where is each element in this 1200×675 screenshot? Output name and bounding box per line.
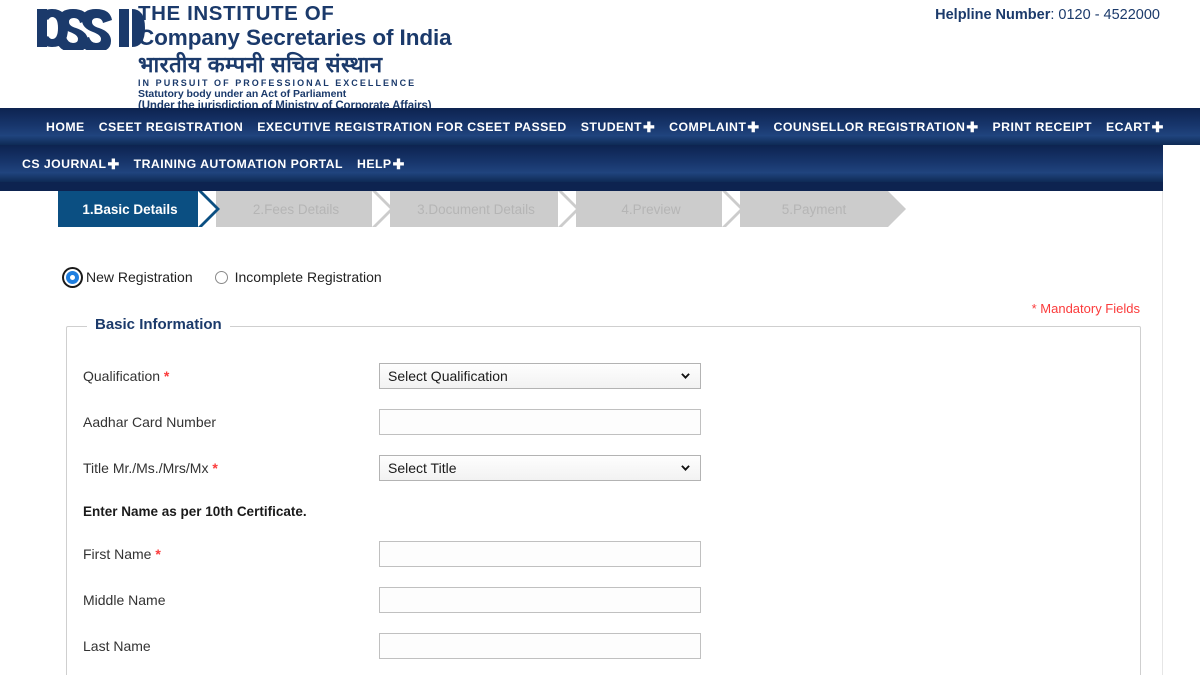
radio-label-new-registration[interactable]: New Registration	[86, 269, 193, 285]
nav-item-label: STUDENT	[580, 119, 642, 134]
plus-icon: ✚	[642, 118, 656, 135]
basic-information-form: Qualification * Select Qualification Aadha…	[67, 327, 1140, 669]
nav-item-label: HELP	[356, 156, 392, 171]
label-text: Qualification	[83, 368, 161, 384]
select-selected-value: Select Qualification	[388, 368, 508, 384]
nav-item-label: COUNSELLOR REGISTRATION	[773, 119, 966, 134]
plus-icon: ✚	[1151, 118, 1164, 135]
org-line-1: THE INSTITUTE OF	[138, 2, 335, 25]
step-label: 4.Preview	[621, 201, 681, 217]
nav-item-label: HOME	[46, 119, 85, 134]
step-5[interactable]: 5.Payment	[722, 191, 906, 227]
select-title-mr-ms-mrs-mx[interactable]: Select Title	[379, 455, 701, 481]
form-row-middle-name: Middle Name	[67, 577, 1140, 623]
label-text: Aadhar Card Number	[83, 414, 217, 430]
chevron-down-icon	[681, 464, 690, 471]
label-title-mr-ms-mrs-mx: Title Mr./Ms./Mrs/Mx *	[83, 460, 379, 476]
nav-item-label: TRAINING AUTOMATION PORTAL	[133, 156, 343, 171]
helpline-label: Helpline Number	[935, 7, 1051, 23]
nav-item-label: PRINT RECEIPT	[992, 119, 1092, 134]
label-text: Middle Name	[83, 592, 166, 608]
step-1[interactable]: 1.Basic Details	[40, 191, 220, 227]
stepbar-top-strip	[0, 182, 1163, 191]
helpline-number[interactable]: 0120 - 4522000	[1058, 7, 1160, 23]
label-first-name: First Name *	[83, 546, 379, 562]
label-qualification: Qualification *	[83, 368, 379, 384]
nav-item-label: ECART	[1105, 119, 1151, 134]
plus-icon: ✚	[107, 155, 120, 172]
basic-information-fieldset: Basic Information Qualification * Select …	[66, 316, 1141, 675]
step-3[interactable]: 3.Document Details	[372, 191, 580, 227]
radio-incomplete-registration[interactable]	[214, 270, 228, 284]
form-row-qualification: Qualification * Select Qualification	[67, 353, 1140, 399]
required-asterisk: *	[160, 368, 170, 384]
label-text: Title Mr./Ms./Mrs/Mx	[83, 460, 209, 476]
step-label: 1.Basic Details	[82, 201, 178, 217]
page-root: THE INSTITUTE OF Company Secretaries of …	[0, 0, 1200, 675]
step-label: 5.Payment	[781, 201, 847, 217]
nav-item-ecart[interactable]: ECART ✚	[1106, 120, 1164, 134]
chevron-down-icon	[681, 372, 690, 379]
nav-item-print-receipt[interactable]: PRINT RECEIPT	[993, 120, 1092, 134]
required-asterisk: *	[208, 460, 218, 476]
icsi-logo-mark	[37, 9, 145, 50]
form-row-first-name: First Name *	[67, 531, 1140, 577]
input-first-name[interactable]	[379, 541, 701, 567]
select-selected-value: Select Title	[388, 460, 457, 476]
nav-row-secondary: CS JOURNAL ✚ TRAINING AUTOMATION PORTAL HEL…	[0, 145, 1163, 182]
label-last-name: Last Name	[83, 638, 379, 654]
org-statutory-line: Statutory body under an Act of Parliamen…	[138, 88, 347, 101]
required-asterisk: *	[151, 546, 161, 562]
nav-item-help[interactable]: HELP ✚	[357, 157, 405, 171]
nav-item-cseet-registration[interactable]: CSEET REGISTRATION	[99, 120, 244, 134]
nav-item-label: CSEET REGISTRATION	[98, 119, 244, 134]
site-header: THE INSTITUTE OF Company Secretaries of …	[0, 0, 1200, 111]
helpline-block: Helpline Number: 0120 - 4522000	[935, 7, 1160, 23]
nav-item-home[interactable]: HOME	[46, 120, 85, 134]
input-middle-name[interactable]	[379, 587, 701, 613]
input-last-name[interactable]	[379, 633, 701, 659]
nav-row-primary: HOME CSEET REGISTRATION EXECUTIVE REGISTRA…	[0, 108, 1200, 145]
plus-icon: ✚	[747, 118, 760, 135]
step-label: 3.Document Details	[417, 201, 535, 217]
label-text: First Name	[83, 546, 152, 562]
nav-item-student[interactable]: STUDENT ✚	[581, 120, 655, 134]
step-label: 2.Fees Details	[252, 201, 340, 217]
step-4[interactable]: 4.Preview	[558, 191, 744, 227]
nav-item-executive-registration-for-cseet-passed[interactable]: EXECUTIVE REGISTRATION FOR CSEET PASSED	[257, 120, 567, 134]
label-text: Last Name	[83, 638, 151, 654]
name-instruction-text: Enter Name as per 10th Certificate.	[83, 503, 307, 519]
nav-item-label: COMPLAINT	[669, 119, 747, 134]
org-hindi-title: भारतीय कम्पनी सचिव संस्थान	[138, 51, 383, 77]
nav-item-label: EXECUTIVE REGISTRATION FOR CSEET PASSED	[257, 119, 567, 134]
mandatory-fields-note: * Mandatory Fields	[1031, 301, 1140, 316]
step-2[interactable]: 2.Fees Details	[198, 191, 394, 227]
basic-information-legend: Basic Information	[87, 316, 230, 333]
registration-step-wizard: 1.Basic Details 2.Fees Details 3.Document …	[40, 191, 1162, 227]
select-qualification[interactable]: Select Qualification	[379, 363, 701, 389]
nav-item-complaint[interactable]: COMPLAINT ✚	[669, 120, 759, 134]
plus-icon: ✚	[392, 155, 405, 172]
plus-icon: ✚	[966, 118, 979, 135]
input-aadhar-card-number[interactable]	[379, 409, 701, 435]
org-tagline: IN PURSUIT OF PROFESSIONAL EXCELLENCE	[138, 78, 417, 89]
form-row-last-name: Last Name	[67, 623, 1140, 669]
label-aadhar-card-number: Aadhar Card Number	[83, 414, 379, 430]
icsi-logo[interactable]	[33, 6, 145, 50]
nav-item-training-automation-portal[interactable]: TRAINING AUTOMATION PORTAL	[134, 157, 343, 171]
form-row-aadhar-card-number: Aadhar Card Number	[67, 399, 1140, 445]
radio-new-registration[interactable]	[66, 270, 79, 284]
page-content: 1.Basic Details 2.Fees Details 3.Document …	[0, 191, 1163, 675]
org-line-2: Company Secretaries of India	[138, 25, 452, 51]
organization-title-block: THE INSTITUTE OF Company Secretaries of …	[138, 2, 452, 112]
registration-type-radio-group: New Registration Incomplete Registration	[66, 269, 1162, 285]
label-middle-name: Middle Name	[83, 592, 379, 608]
nav-item-cs-journal[interactable]: CS JOURNAL ✚	[22, 157, 120, 171]
form-row-title-mr-ms-mrs-mx: Title Mr./Ms./Mrs/Mx * Select Title	[67, 445, 1140, 491]
nav-item-label: CS JOURNAL	[22, 156, 107, 171]
name-instruction-row: Enter Name as per 10th Certificate.	[67, 491, 1140, 531]
radio-label-incomplete-registration[interactable]: Incomplete Registration	[235, 269, 382, 285]
nav-item-counsellor-registration[interactable]: COUNSELLOR REGISTRATION ✚	[774, 120, 979, 134]
main-navigation: HOME CSEET REGISTRATION EXECUTIVE REGISTRA…	[0, 108, 1200, 182]
